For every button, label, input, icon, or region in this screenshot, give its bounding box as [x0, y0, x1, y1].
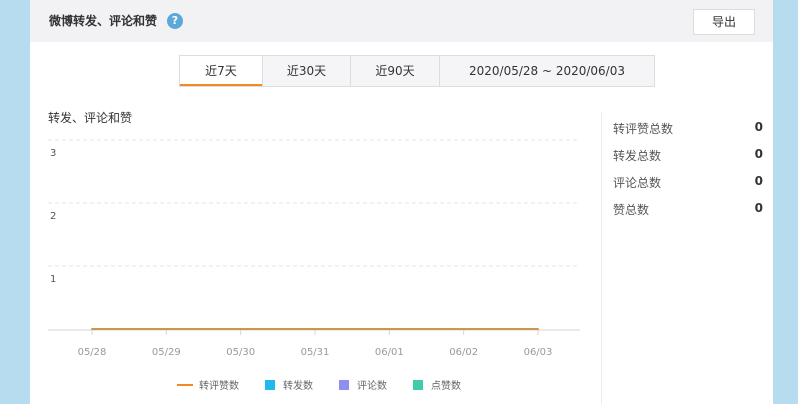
stat-label: 评论总数 — [613, 176, 662, 190]
legend-swatch — [413, 379, 423, 390]
y-tick-label: 2 — [50, 211, 56, 222]
stat-value: 0 — [754, 147, 763, 161]
x-tick-label: 05/28 — [78, 347, 107, 358]
legend-item-total[interactable]: 转评赞数 — [177, 377, 239, 392]
data-point — [91, 328, 93, 330]
stat-total-reposts: 转发总数 0 — [613, 147, 763, 174]
stat-total-interactions: 转评赞总数 0 — [613, 120, 763, 147]
legend-swatch — [265, 379, 275, 390]
data-point — [314, 328, 316, 330]
y-tick-label: 1 — [50, 274, 56, 285]
x-tick-label: 06/03 — [524, 347, 553, 358]
stats-summary: 转评赞总数 0 转发总数 0 评论总数 0 赞总数 0 — [613, 120, 763, 228]
x-tick-label: 06/02 — [449, 347, 478, 358]
stat-label: 赞总数 — [613, 203, 650, 217]
stat-value: 0 — [754, 201, 763, 215]
y-tick-label: 3 — [50, 148, 56, 159]
x-tick-label: 05/30 — [226, 347, 255, 358]
x-tick-label: 05/29 — [152, 347, 181, 358]
legend-label: 点赞数 — [431, 381, 461, 392]
data-point — [388, 328, 391, 330]
chart-legend: 转评赞数 转发数 评论数 点赞数 — [177, 377, 487, 392]
stat-value: 0 — [754, 120, 763, 134]
legend-label: 转发数 — [283, 381, 313, 392]
x-tick-label: 06/01 — [375, 347, 404, 358]
data-point — [165, 328, 168, 330]
stat-label: 转评赞总数 — [613, 122, 674, 136]
legend-item-likes[interactable]: 点赞数 — [413, 377, 461, 392]
weibo-stats-panel: 微博转发、评论和赞 ? 导出 近7天 近30天 近90天 2020/05/28 … — [30, 0, 773, 404]
data-point — [462, 328, 465, 330]
stat-total-likes: 赞总数 0 — [613, 201, 763, 228]
x-tick-label: 05/31 — [301, 347, 330, 358]
divider — [601, 112, 602, 404]
stat-total-comments: 评论总数 0 — [613, 174, 763, 201]
data-point — [239, 328, 242, 330]
legend-item-reposts[interactable]: 转发数 — [265, 377, 313, 392]
legend-swatch — [339, 379, 349, 390]
data-point — [537, 328, 539, 330]
legend-label: 转评赞数 — [199, 381, 239, 392]
legend-swatch — [177, 383, 193, 386]
stat-value: 0 — [754, 174, 763, 188]
legend-label: 评论数 — [357, 381, 387, 392]
stat-label: 转发总数 — [613, 149, 662, 163]
legend-item-comments[interactable]: 评论数 — [339, 377, 387, 392]
